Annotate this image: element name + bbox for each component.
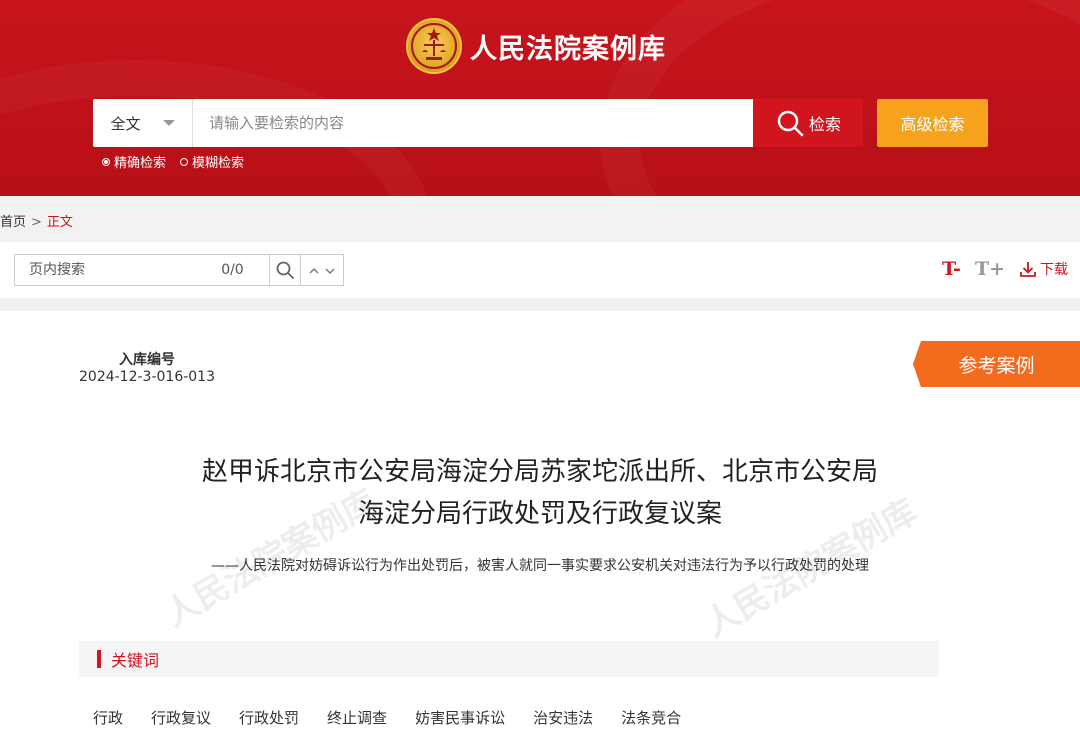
case-title: 赵甲诉北京市公安局海淀分局苏家坨派出所、北京市公安局 海淀分局行政处罚及行政复议…: [140, 451, 940, 535]
font-increase-button[interactable]: T+: [975, 258, 1005, 280]
in-page-search-input[interactable]: [15, 261, 222, 279]
keyword-tag[interactable]: 妨害民事诉讼: [415, 707, 505, 728]
radio-selected-icon: [102, 157, 110, 166]
site-header: 人民法院案例库 全文 检索 高级检索 精确检索 模糊检索: [0, 0, 1080, 196]
case-content: 人民法院案例库 人民法院案例库 入库编号 2024-12-3-016-013 参…: [0, 311, 1080, 752]
match-navigation: [300, 255, 343, 285]
keyword-list: 行政 行政复议 行政处罚 终止调查 妨害民事诉讼 治安违法 法条竞合: [93, 707, 709, 728]
case-id-value: 2024-12-3-016-013: [79, 369, 216, 385]
next-match-button[interactable]: [325, 261, 335, 280]
keywords-title: 关键词: [111, 651, 160, 670]
keyword-tag[interactable]: 治安违法: [533, 707, 593, 728]
reference-case-badge: 参考案例: [913, 341, 1080, 387]
breadcrumb-current: 正文: [46, 215, 73, 230]
radio-unselected-icon: [180, 157, 189, 166]
search-mode-label: 精确检索: [114, 156, 167, 171]
download-icon: [1020, 262, 1036, 277]
breadcrumb: 首页 > 正文: [0, 211, 73, 230]
chevron-up-icon: [309, 267, 319, 273]
in-page-search: 0/0: [14, 254, 344, 286]
search-scope-select[interactable]: 全文: [93, 99, 193, 147]
in-page-search-button[interactable]: [268, 255, 300, 285]
download-label: 下载: [1040, 262, 1068, 278]
keyword-tag[interactable]: 行政复议: [151, 707, 211, 728]
search-mode-fuzzy[interactable]: 模糊检索: [180, 152, 244, 171]
keyword-tag[interactable]: 行政处罚: [239, 707, 299, 728]
keyword-tag[interactable]: 行政: [93, 707, 123, 728]
reading-tools: T- T+ 下载: [928, 258, 1068, 280]
previous-match-button[interactable]: [309, 261, 319, 280]
download-button[interactable]: 下载: [1019, 259, 1068, 279]
advanced-search-button[interactable]: 高级检索: [877, 99, 988, 147]
search-icon: [276, 261, 294, 279]
search-button[interactable]: 检索: [753, 99, 863, 147]
search-mode-label: 模糊检索: [192, 156, 245, 171]
keyword-tag[interactable]: 终止调查: [327, 707, 387, 728]
case-id-label: 入库编号: [119, 352, 175, 368]
search-scope-label: 全文: [110, 114, 141, 133]
section-marker: [97, 650, 101, 668]
keywords-header: 关键词: [79, 641, 939, 677]
case-title-line: 赵甲诉北京市公安局海淀分局苏家坨派出所、北京市公安局: [201, 457, 878, 487]
chevron-down-icon: [162, 120, 175, 126]
keyword-tag[interactable]: 法条竞合: [621, 707, 681, 728]
site-logo[interactable]: 人民法院案例库: [406, 18, 666, 74]
chevron-down-icon: [325, 268, 335, 274]
font-decrease-button[interactable]: T-: [942, 258, 961, 280]
site-title: 人民法院案例库: [470, 33, 666, 65]
search-box: 全文: [93, 99, 753, 147]
match-count: 0/0: [221, 262, 244, 278]
court-emblem-icon: [406, 18, 462, 74]
search-button-label: 检索: [808, 115, 841, 134]
breadcrumb-home[interactable]: 首页: [0, 215, 26, 230]
reading-toolbar: 0/0 T- T+ 下载: [0, 242, 1080, 298]
search-input[interactable]: [193, 99, 753, 147]
case-subtitle: ——人民法院对妨碍诉讼行为作出处罚后，被害人就同一事实要求公安机关对违法行为予以…: [211, 558, 869, 574]
breadcrumb-separator: >: [31, 215, 42, 230]
case-title-line: 海淀分局行政处罚及行政复议案: [357, 499, 722, 529]
header-decoration: [600, 0, 1080, 196]
search-mode-exact[interactable]: 精确检索: [102, 152, 166, 171]
search-mode-group: 精确检索 模糊检索: [102, 152, 258, 171]
search-icon: [777, 110, 804, 137]
